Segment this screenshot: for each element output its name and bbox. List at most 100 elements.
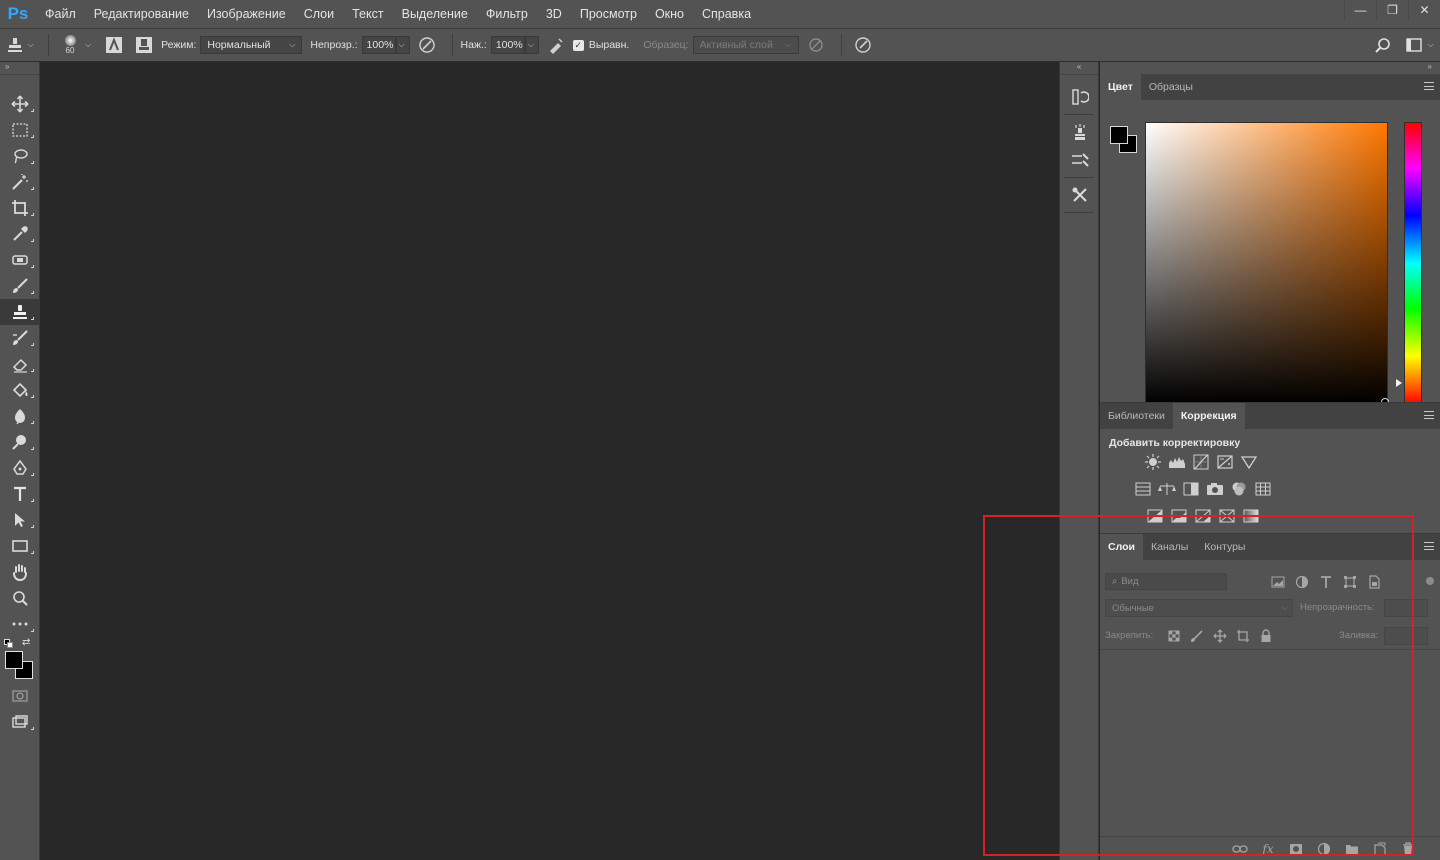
clone-source-panel-icon[interactable] [1060, 118, 1100, 146]
collapse-dock-icon[interactable]: « [1060, 62, 1098, 75]
blur-tool-icon[interactable] [0, 403, 40, 429]
curves-icon[interactable] [1192, 453, 1210, 471]
hue-marker-icon[interactable] [1396, 379, 1402, 387]
menu-file[interactable]: Файл [36, 0, 85, 28]
panel-menu-icon[interactable] [1424, 411, 1434, 419]
panel-menu-icon[interactable] [1424, 82, 1434, 90]
filter-pixel-icon[interactable] [1270, 574, 1286, 590]
screen-mode-icon[interactable] [0, 709, 40, 735]
brush-size-picker[interactable]: 60 [57, 35, 83, 55]
lock-transparency-icon[interactable] [1166, 628, 1182, 644]
layers-list[interactable] [1100, 649, 1440, 834]
menu-help[interactable]: Справка [693, 0, 760, 28]
delete-layer-icon[interactable] [1400, 841, 1416, 857]
color-foreground-swatch[interactable] [1110, 126, 1128, 144]
lock-artboard-icon[interactable] [1235, 628, 1251, 644]
tab-swatches[interactable]: Образцы [1141, 74, 1201, 100]
add-mask-icon[interactable] [1288, 841, 1304, 857]
lock-pixels-icon[interactable] [1189, 628, 1205, 644]
mode-select[interactable]: Нормальный ⌵ [200, 36, 303, 54]
menu-3d[interactable]: 3D [537, 0, 571, 28]
selective-color-icon[interactable] [1218, 507, 1236, 525]
gradient-map-icon[interactable] [1242, 507, 1260, 525]
tab-adjustments[interactable]: Коррекция [1172, 403, 1245, 429]
crop-tool-icon[interactable] [0, 195, 40, 221]
hue-slider[interactable] [1404, 122, 1422, 405]
brush-settings-icon[interactable] [101, 36, 127, 54]
lock-position-icon[interactable] [1212, 628, 1228, 644]
history-brush-tool-icon[interactable] [0, 325, 40, 351]
filter-toggle-icon[interactable] [1426, 577, 1434, 585]
clone-stamp-preset-icon[interactable]: ⌵ [0, 36, 40, 54]
document-canvas[interactable] [41, 62, 1058, 860]
flow-input[interactable]: 100% [490, 36, 525, 54]
color-lookup-icon[interactable] [1254, 480, 1272, 498]
brush-size-caret-icon[interactable]: ⌵ [85, 40, 91, 50]
quick-mask-icon[interactable] [0, 683, 40, 709]
move-tool-icon[interactable] [0, 91, 40, 117]
exposure-icon[interactable] [1216, 453, 1234, 471]
opacity-input[interactable]: 100% [361, 36, 396, 54]
type-tool-icon[interactable] [0, 481, 40, 507]
restore-button[interactable]: ❐ [1376, 0, 1408, 20]
brush-presets-panel-icon[interactable] [1060, 146, 1100, 174]
new-layer-icon[interactable] [1372, 841, 1388, 857]
link-layers-icon[interactable] [1232, 841, 1248, 857]
tab-color[interactable]: Цвет [1100, 74, 1141, 100]
new-adjustment-layer-icon[interactable] [1316, 841, 1332, 857]
rectangle-tool-icon[interactable] [0, 533, 40, 559]
new-group-icon[interactable] [1344, 841, 1360, 857]
pressure-opacity-icon[interactable] [410, 36, 444, 54]
hue-saturation-icon[interactable] [1134, 480, 1152, 498]
lasso-tool-icon[interactable] [0, 143, 40, 169]
paint-bucket-tool-icon[interactable] [0, 377, 40, 403]
tab-libraries[interactable]: Библиотеки [1100, 403, 1173, 429]
tab-paths[interactable]: Контуры [1196, 534, 1253, 560]
path-selection-tool-icon[interactable] [0, 507, 40, 533]
menu-type[interactable]: Текст [343, 0, 392, 28]
aligned-checkbox[interactable]: ✓ Выравн. [572, 39, 634, 51]
filter-adjustment-icon[interactable] [1294, 574, 1310, 590]
menu-layers[interactable]: Слои [295, 0, 343, 28]
layer-opacity-input[interactable] [1384, 599, 1428, 617]
minimize-button[interactable]: — [1344, 0, 1376, 20]
black-white-icon[interactable] [1182, 480, 1200, 498]
menu-select[interactable]: Выделение [393, 0, 477, 28]
eyedropper-tool-icon[interactable] [0, 221, 40, 247]
filter-shape-icon[interactable] [1342, 574, 1358, 590]
magic-wand-tool-icon[interactable] [0, 169, 40, 195]
clone-stamp-tool-icon[interactable] [0, 299, 40, 325]
history-panel-icon[interactable] [1060, 83, 1100, 111]
healing-brush-tool-icon[interactable] [0, 247, 40, 273]
color-spectrum-field[interactable] [1145, 122, 1388, 405]
foreground-color-swatch[interactable] [5, 651, 23, 669]
menu-edit[interactable]: Редактирование [85, 0, 198, 28]
collapse-toolbar-icon[interactable]: » [0, 62, 39, 75]
pen-tool-icon[interactable] [0, 455, 40, 481]
more-tools-icon[interactable] [0, 611, 40, 637]
hand-tool-icon[interactable] [0, 559, 40, 585]
menu-window[interactable]: Окно [646, 0, 693, 28]
menu-image[interactable]: Изображение [198, 0, 295, 28]
layer-style-icon[interactable]: fx [1260, 841, 1276, 857]
zoom-tool-icon[interactable] [0, 585, 40, 611]
color-balance-icon[interactable] [1158, 480, 1176, 498]
close-button[interactable]: ✕ [1408, 0, 1440, 20]
workspace-icon[interactable]: ⌵ [1400, 38, 1440, 52]
pressure-size-icon[interactable] [850, 36, 876, 54]
tab-layers[interactable]: Слои [1100, 534, 1143, 560]
ignore-adjustment-layers-icon[interactable] [799, 37, 833, 53]
channel-mixer-icon[interactable] [1230, 480, 1248, 498]
brush-tool-icon[interactable] [0, 273, 40, 299]
sample-select[interactable]: Активный слой ⌵ [692, 36, 799, 54]
posterize-icon[interactable] [1170, 507, 1188, 525]
opacity-dropdown[interactable]: ⌵ [395, 36, 410, 54]
invert-icon[interactable] [1146, 507, 1164, 525]
tab-channels[interactable]: Каналы [1143, 534, 1196, 560]
menu-view[interactable]: Просмотр [571, 0, 646, 28]
dodge-tool-icon[interactable] [0, 429, 40, 455]
photo-filter-icon[interactable] [1206, 480, 1224, 498]
search-icon[interactable] [1366, 37, 1400, 53]
filter-type-icon[interactable] [1318, 574, 1334, 590]
default-colors-icon[interactable] [4, 639, 13, 648]
